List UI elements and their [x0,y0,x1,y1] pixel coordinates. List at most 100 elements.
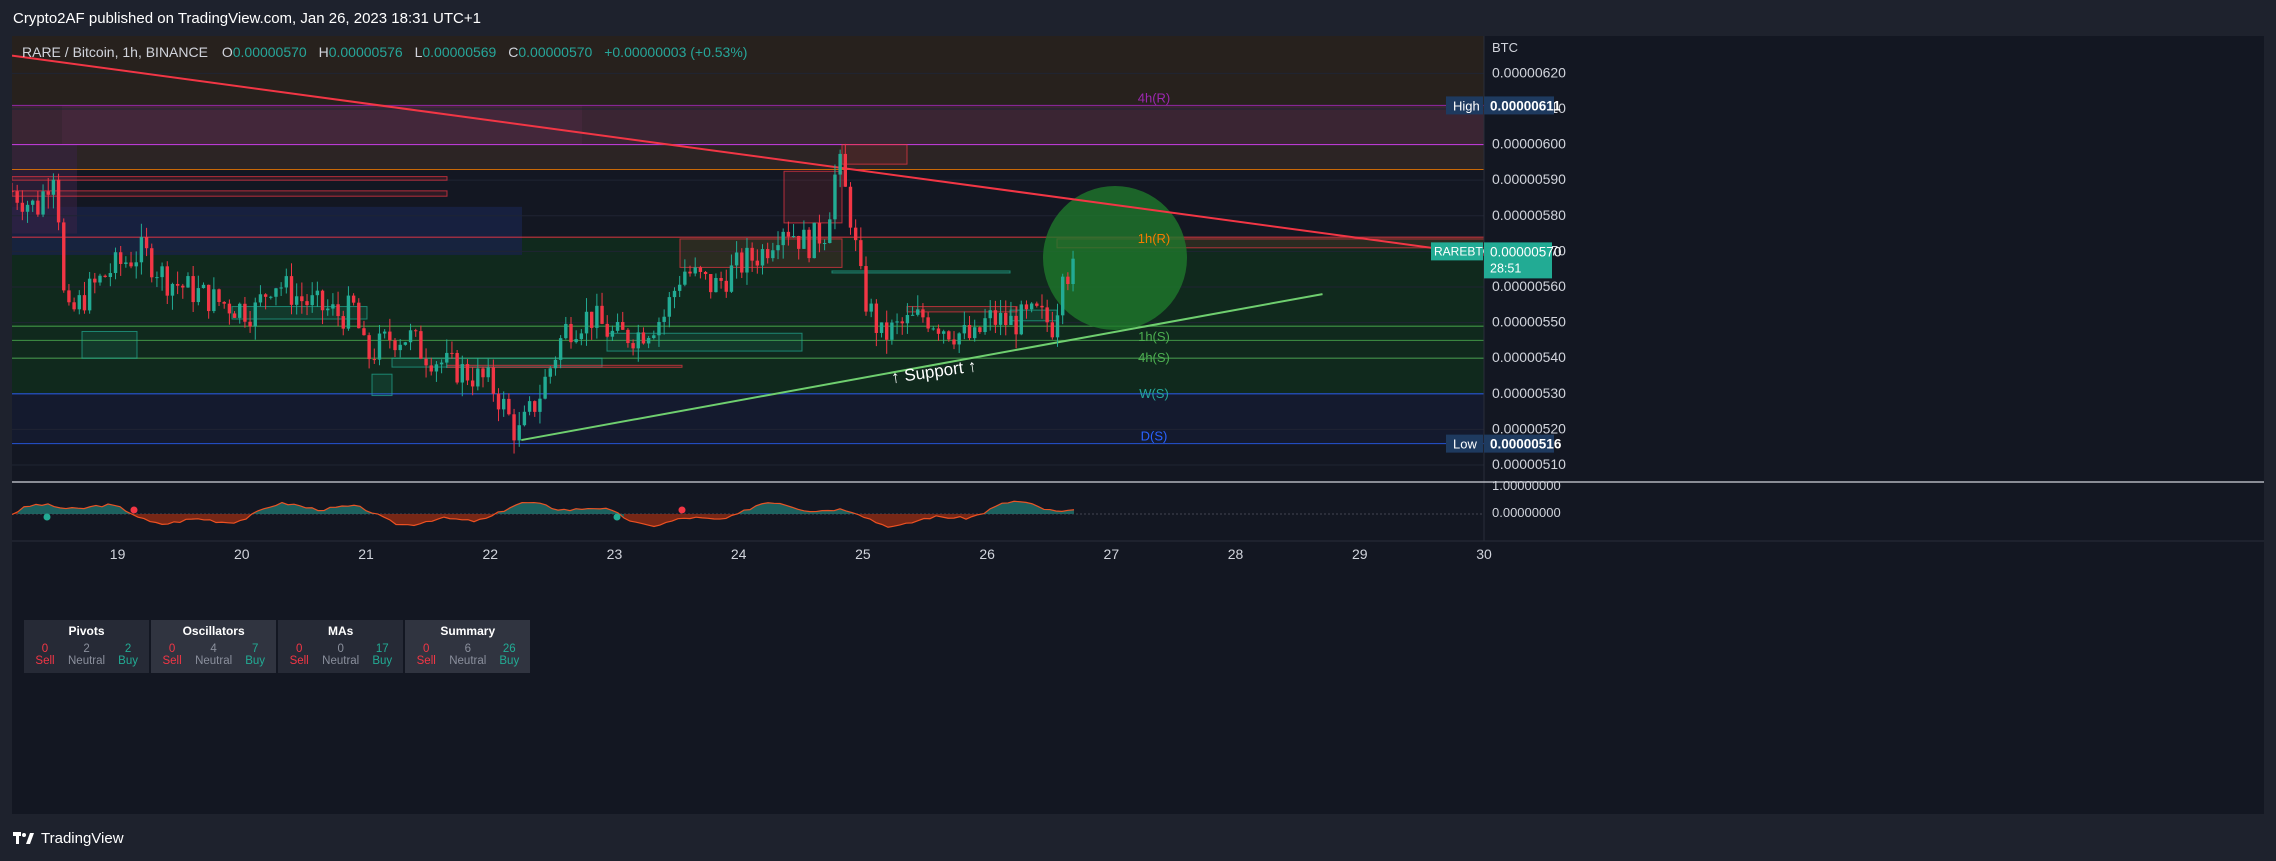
candle-body [802,229,806,249]
high-value: 0.00000576 [328,44,403,60]
candle-body [351,295,356,303]
low-tag: Low [1453,437,1477,452]
oscillator [12,500,1075,528]
candle-down [859,227,863,270]
candle-body [553,359,558,369]
oscillator-wave [1020,501,1026,514]
oscillator-wave [588,508,594,514]
candle-body [274,288,278,297]
open-label: O [221,44,233,60]
candle-body [698,267,703,272]
candle-body [465,364,470,381]
pivots-sell-count: 0 [41,643,49,655]
price-tick-label: 0.00000580 [1492,207,1566,223]
candle-body [305,301,309,306]
candle-body [243,303,247,322]
tradingview-logo[interactable]: TradingView [13,830,124,847]
candle-body [900,321,904,324]
zone-orange [12,144,1484,170]
candle-body [853,227,858,241]
candle-body [1071,258,1075,285]
price-tick-label: 0.00000530 [1492,385,1566,401]
order-block-4 [371,373,393,397]
low-value: 0.00000516 [1490,437,1562,452]
candle-body [67,290,71,303]
oscillator-signal-dot [678,506,686,514]
high-tag: High [1453,98,1480,113]
candle-body [1055,315,1060,338]
candle-body [978,327,982,333]
oscillator-wave [228,514,234,524]
candle-body [916,309,920,315]
price-tick-label: 0.00000620 [1492,64,1566,80]
candle-body [667,297,672,317]
oscillator-wave [906,514,912,524]
symbol-title: RARE / Bitcoin, 1h, BINANCE [22,44,208,60]
time-tick-label: 24 [731,546,747,562]
publish-header: Crypto2AF published on TradingView.com, … [0,0,2276,36]
footer-brand: TradingView [41,830,124,847]
close-label: C [508,44,519,60]
candle-body [941,331,946,334]
candle-body [460,364,464,383]
candle-body [869,303,873,312]
oscillator-signal-dot [613,513,621,521]
summary-panel: Summary 0 6 26 Sell Neutral Buy [405,620,531,673]
candle-body [833,174,837,220]
candle-body [895,321,899,323]
pivots-title: Pivots [68,624,105,638]
candle-body [72,302,76,310]
candle-body [1014,315,1018,335]
candle-body [962,325,967,334]
oscillator-wave [768,502,774,514]
candle-body [502,398,506,410]
candle-body [496,393,501,410]
time-tick-label: 29 [1352,546,1368,562]
order-block-11 [831,270,1011,274]
oscillator-wave [408,514,414,526]
candle-body [548,368,552,377]
candle-body [626,329,630,344]
candle-body [983,318,987,333]
summary-title: Summary [440,624,496,638]
candle-body [522,411,527,426]
level-label-3: 4h(S) [1138,350,1170,365]
candle-body [393,340,397,351]
candle-body [93,278,97,283]
candle-body [538,398,542,412]
candle-body [300,296,304,302]
candle-body [791,236,796,238]
candle-body [973,327,977,339]
candle-body [357,302,361,329]
candle-body [527,401,532,412]
candle-body [419,331,423,359]
candle-body [921,309,925,318]
candle-down [56,173,61,231]
candle-body [693,267,697,274]
candle-up [791,224,796,238]
blue-zone-left [12,206,522,255]
current-price-value: 0.00000570 [1490,244,1561,259]
candle-body [1050,322,1055,338]
candle-body [646,337,651,344]
technicals-summary: Pivots 0 2 2 Sell Neutral Buy Oscillators 0 4… [24,620,532,673]
candle-body [615,321,620,331]
candle-body [507,398,511,415]
price-tick-label: 0.00000590 [1492,171,1566,187]
candle-down [62,218,66,293]
oscillator-signal-dot [43,513,51,521]
candle-body [476,368,480,387]
pivots-sell-label: Sell [35,655,55,667]
candle-body [595,305,599,328]
candle-body [952,339,956,345]
chart-frame[interactable]: 4h(R) 1h(R) 1h(S) 4h(S) W(S) D(S) ↑ Support ↑ B… [12,36,2264,814]
price-tick-label: 0.00000510 [1492,456,1566,472]
candle-body [279,287,283,289]
price-chart[interactable]: 4h(R)1h(R)1h(S)4h(S)W(S)D(S)↑ Support ↑B… [12,36,2264,814]
candle-body [12,190,14,192]
low-price-badge: Low 0.00000516 [1446,434,1562,453]
candle-body [786,231,791,237]
level-label-1: 1h(R) [1138,231,1171,246]
candle-body [724,280,728,292]
candle-body [1066,276,1070,285]
